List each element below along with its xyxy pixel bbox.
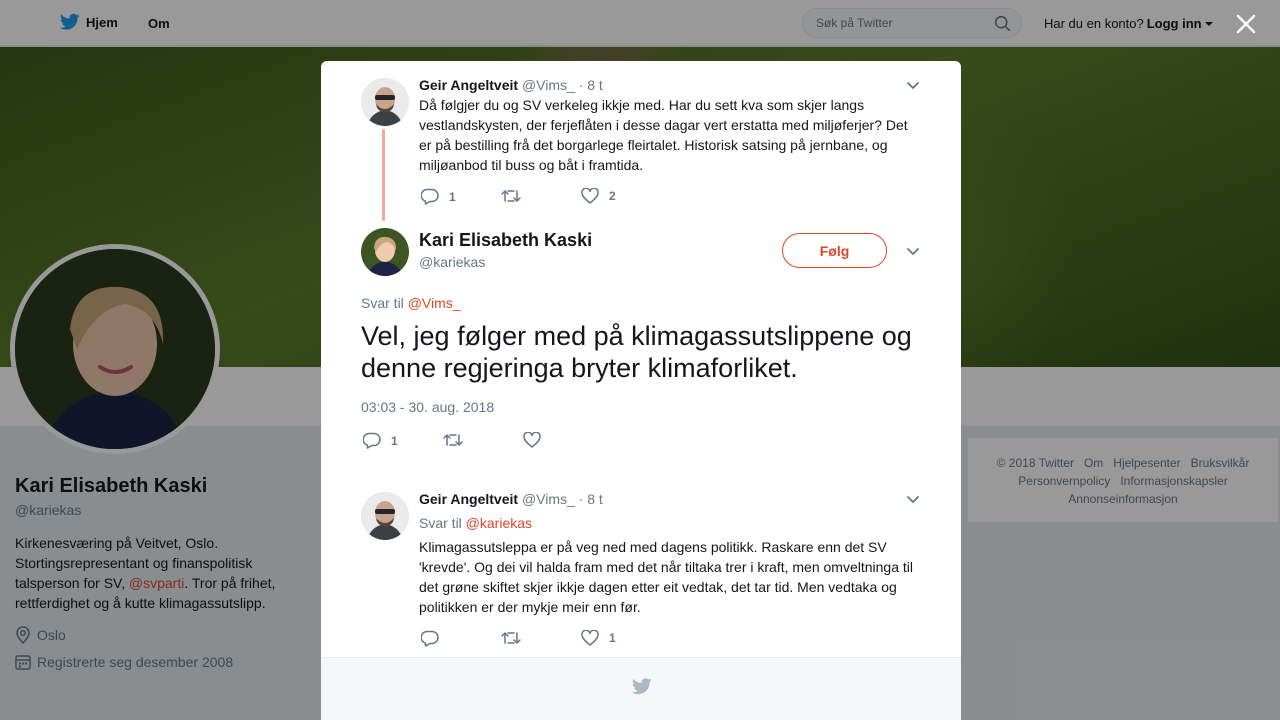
retweet-button[interactable] bbox=[443, 432, 463, 448]
tweet-text: Då følgjer du og SV verkeleg ikkje med. … bbox=[419, 97, 908, 173]
tweet-modal: Geir Angeltveit @Vims_ · 8 t Då følgjer … bbox=[321, 61, 961, 720]
like-button[interactable]: 2 bbox=[581, 188, 616, 204]
close-icon[interactable] bbox=[1234, 12, 1258, 36]
avatar[interactable] bbox=[361, 228, 409, 276]
avatar-photo bbox=[361, 492, 409, 540]
author-name[interactable]: Geir Angeltveit bbox=[419, 491, 518, 507]
reply-icon bbox=[363, 432, 381, 449]
reply-prefix: Svar til bbox=[419, 515, 462, 531]
tweet-time[interactable]: · 8 t bbox=[579, 491, 603, 507]
tweet-timestamp[interactable]: 03:03 - 30. aug. 2018 bbox=[361, 399, 494, 415]
author-handle[interactable]: @Vims_ bbox=[522, 491, 575, 507]
heart-icon bbox=[523, 432, 541, 448]
reply-mention-link[interactable]: @kariekas bbox=[466, 515, 532, 531]
reply-button[interactable]: 1 bbox=[363, 432, 398, 449]
heart-icon bbox=[581, 188, 599, 204]
reply-mention-link[interactable]: @Vims_ bbox=[408, 295, 461, 311]
avatar-photo bbox=[361, 228, 409, 276]
reply-prefix: Svar til bbox=[361, 295, 404, 311]
avatar[interactable] bbox=[361, 492, 409, 540]
like-count: 2 bbox=[609, 189, 616, 203]
tweet-header: Geir Angeltveit @Vims_ · 8 t bbox=[419, 491, 603, 507]
reply-icon bbox=[421, 188, 439, 205]
retweet-icon bbox=[443, 434, 463, 446]
reply-button[interactable]: 1 bbox=[421, 188, 456, 205]
chevron-down-icon[interactable] bbox=[905, 243, 921, 259]
main-author-name[interactable]: Kari Elisabeth Kaski bbox=[419, 230, 592, 251]
main-tweet-text: Vel, jeg følger med på klimagassutslippe… bbox=[361, 321, 912, 383]
tweet-header: Geir Angeltveit @Vims_ · 8 t bbox=[419, 77, 603, 93]
modal-footer bbox=[321, 657, 961, 720]
retweet-icon bbox=[501, 190, 521, 202]
reply-context: Svar til @Vims_ bbox=[361, 295, 461, 311]
retweet-button[interactable] bbox=[501, 630, 521, 646]
retweet-button[interactable] bbox=[501, 188, 521, 204]
reply-icon bbox=[421, 630, 439, 647]
heart-icon bbox=[581, 630, 599, 646]
retweet-icon bbox=[501, 632, 521, 644]
chevron-down-icon[interactable] bbox=[905, 77, 921, 93]
author-handle[interactable]: @Vims_ bbox=[522, 77, 575, 93]
avatar[interactable] bbox=[361, 78, 409, 126]
tweet-time[interactable]: · 8 t bbox=[579, 77, 603, 93]
main-author-handle[interactable]: @kariekas bbox=[419, 254, 485, 270]
follow-button[interactable]: Følg bbox=[782, 233, 887, 268]
reply-button[interactable] bbox=[421, 630, 439, 647]
like-button[interactable] bbox=[523, 432, 541, 448]
tweet-text: Klimagassutsleppa er på veg ned med dage… bbox=[419, 539, 913, 615]
author-name[interactable]: Geir Angeltveit bbox=[419, 77, 518, 93]
like-button[interactable]: 1 bbox=[581, 630, 616, 646]
avatar-photo bbox=[361, 78, 409, 126]
twitter-bird-icon bbox=[632, 678, 652, 695]
chevron-down-icon[interactable] bbox=[905, 491, 921, 507]
reply-count: 1 bbox=[449, 189, 456, 204]
reply-count: 1 bbox=[391, 433, 398, 448]
thread-connector bbox=[382, 129, 385, 221]
reply-context: Svar til @kariekas bbox=[419, 515, 532, 531]
like-count: 1 bbox=[609, 631, 616, 645]
